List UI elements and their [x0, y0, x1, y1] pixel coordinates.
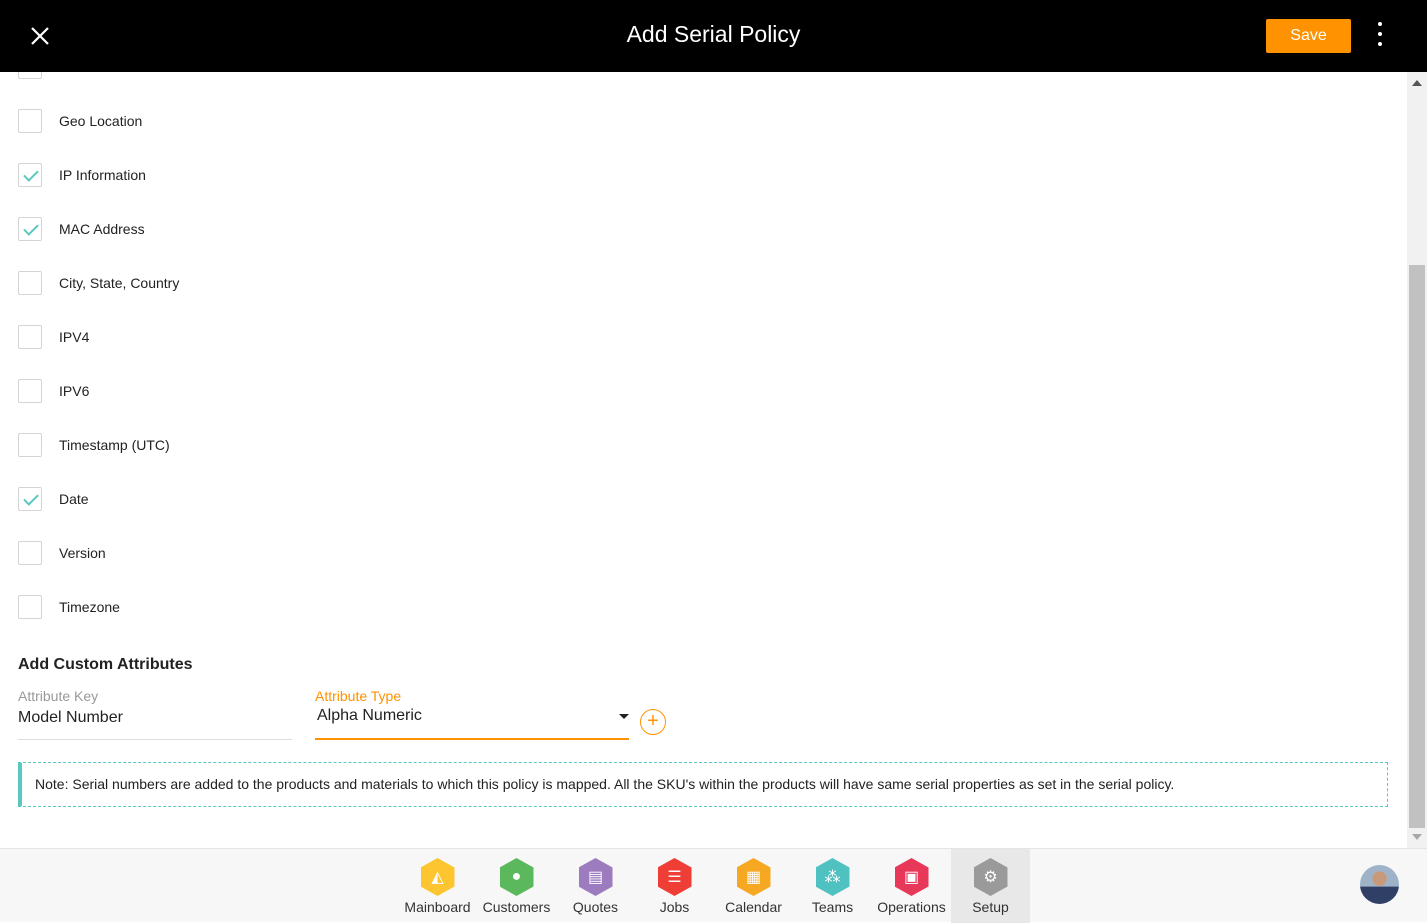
avatar[interactable] [1360, 865, 1399, 904]
attribute-type-value[interactable]: Alpha Numeric [317, 707, 629, 725]
nav-label: Operations [877, 899, 946, 915]
checkbox[interactable] [18, 433, 42, 457]
nav-item-customers[interactable]: ● Customers [477, 849, 556, 923]
scroll-up-icon[interactable] [1412, 80, 1422, 86]
checkbox-row[interactable]: Date [18, 487, 89, 511]
checkbox-label: Geo Location [59, 113, 143, 129]
nav-item-teams[interactable]: ⁂ Teams [793, 849, 872, 923]
checkbox-row[interactable]: Timestamp (UTC) [18, 433, 170, 457]
checkbox-row[interactable]: MAC Address [18, 217, 145, 241]
checkbox[interactable] [18, 487, 42, 511]
checkbox-row[interactable]: Timezone [18, 595, 120, 619]
bottom-nav-bar: ◭ Mainboard ● Customers ▤ Quotes ☰ Jobs ▦ Calenda… [0, 848, 1427, 923]
briefcase-icon: ▣ [894, 858, 929, 896]
attribute-type-label: Attribute Type [315, 688, 402, 704]
checkbox[interactable] [18, 325, 42, 349]
nav-label: Quotes [572, 899, 619, 915]
checkbox-label: Timezone [59, 599, 120, 615]
caret-down-icon[interactable] [619, 714, 629, 719]
scroll-down-icon[interactable] [1412, 834, 1422, 840]
nav-label: Mainboard [404, 899, 471, 915]
nav-item-calendar[interactable]: ▦ Calendar [714, 849, 793, 923]
checkbox-label: Date [59, 491, 89, 507]
custom-attributes-heading: Add Custom Attributes [18, 656, 193, 673]
checkbox-row[interactable]: Geo Location [18, 109, 142, 133]
nav-item-operations[interactable]: ▣ Operations [872, 849, 951, 923]
more-options-icon[interactable] [1370, 22, 1390, 52]
checkbox-label: IPV6 [59, 383, 90, 399]
save-button[interactable]: Save [1266, 19, 1351, 53]
mainboard-icon: ◭ [420, 858, 455, 896]
checkbox[interactable] [18, 271, 42, 295]
attribute-key-field[interactable]: Attribute Key Model Number [18, 688, 292, 740]
checkbox-label: IPV4 [59, 329, 90, 345]
checkbox-label: City, State, Country [59, 275, 180, 291]
nav-item-quotes[interactable]: ▤ Quotes [556, 849, 635, 923]
checkbox-row[interactable]: IPV4 [18, 325, 89, 349]
calendar-icon: ▦ [736, 858, 771, 896]
quotes-icon: ▤ [578, 858, 613, 896]
nav-item-jobs[interactable]: ☰ Jobs [635, 849, 714, 923]
checkbox-row[interactable]: City, State, Country [18, 271, 179, 295]
list-icon: ☰ [657, 858, 692, 896]
teams-icon: ⁂ [815, 858, 850, 896]
checkbox-row[interactable]: IPV6 [18, 379, 89, 403]
attribute-key-label: Attribute Key [18, 688, 99, 704]
checkbox-label: Timestamp (UTC) [59, 437, 170, 453]
checkbox-row[interactable]: Version [18, 541, 106, 565]
checkbox[interactable] [18, 217, 42, 241]
add-attribute-button[interactable]: + [640, 709, 666, 735]
checkbox-row[interactable]: IP Information [18, 163, 146, 187]
note-box: Note: Serial numbers are added to the pr… [18, 762, 1388, 807]
scrollbar-thumb[interactable] [1409, 265, 1425, 828]
checkbox[interactable] [18, 541, 42, 565]
page-title: Add Serial Policy [626, 21, 801, 47]
nav-label: Setup [972, 899, 1009, 915]
attribute-key-input[interactable]: Model Number [18, 709, 292, 727]
nav-label: Customers [482, 899, 551, 915]
gear-icon: ⚙ [973, 858, 1008, 896]
nav-label: Calendar [725, 899, 782, 915]
checkbox-label: IP Information [59, 167, 146, 183]
user-icon: ● [499, 858, 534, 896]
nav-item-mainboard[interactable]: ◭ Mainboard [398, 849, 477, 923]
scrollbar[interactable] [1407, 72, 1427, 848]
checkbox[interactable] [18, 163, 42, 187]
form-content: Geo Location IP Information MAC Address Cit… [0, 0, 1407, 848]
checkbox[interactable] [18, 595, 42, 619]
attribute-type-select[interactable]: Attribute Type Alpha Numeric [315, 688, 629, 740]
checkbox-label: MAC Address [59, 221, 145, 237]
header: Add Serial Policy Save [0, 0, 1427, 72]
checkbox[interactable] [18, 109, 42, 133]
checkbox-label: Version [59, 545, 106, 561]
checkbox[interactable] [18, 379, 42, 403]
nav-label: Jobs [659, 899, 690, 915]
nav-label: Teams [811, 899, 854, 915]
nav-item-setup[interactable]: ⚙ Setup [951, 849, 1030, 923]
